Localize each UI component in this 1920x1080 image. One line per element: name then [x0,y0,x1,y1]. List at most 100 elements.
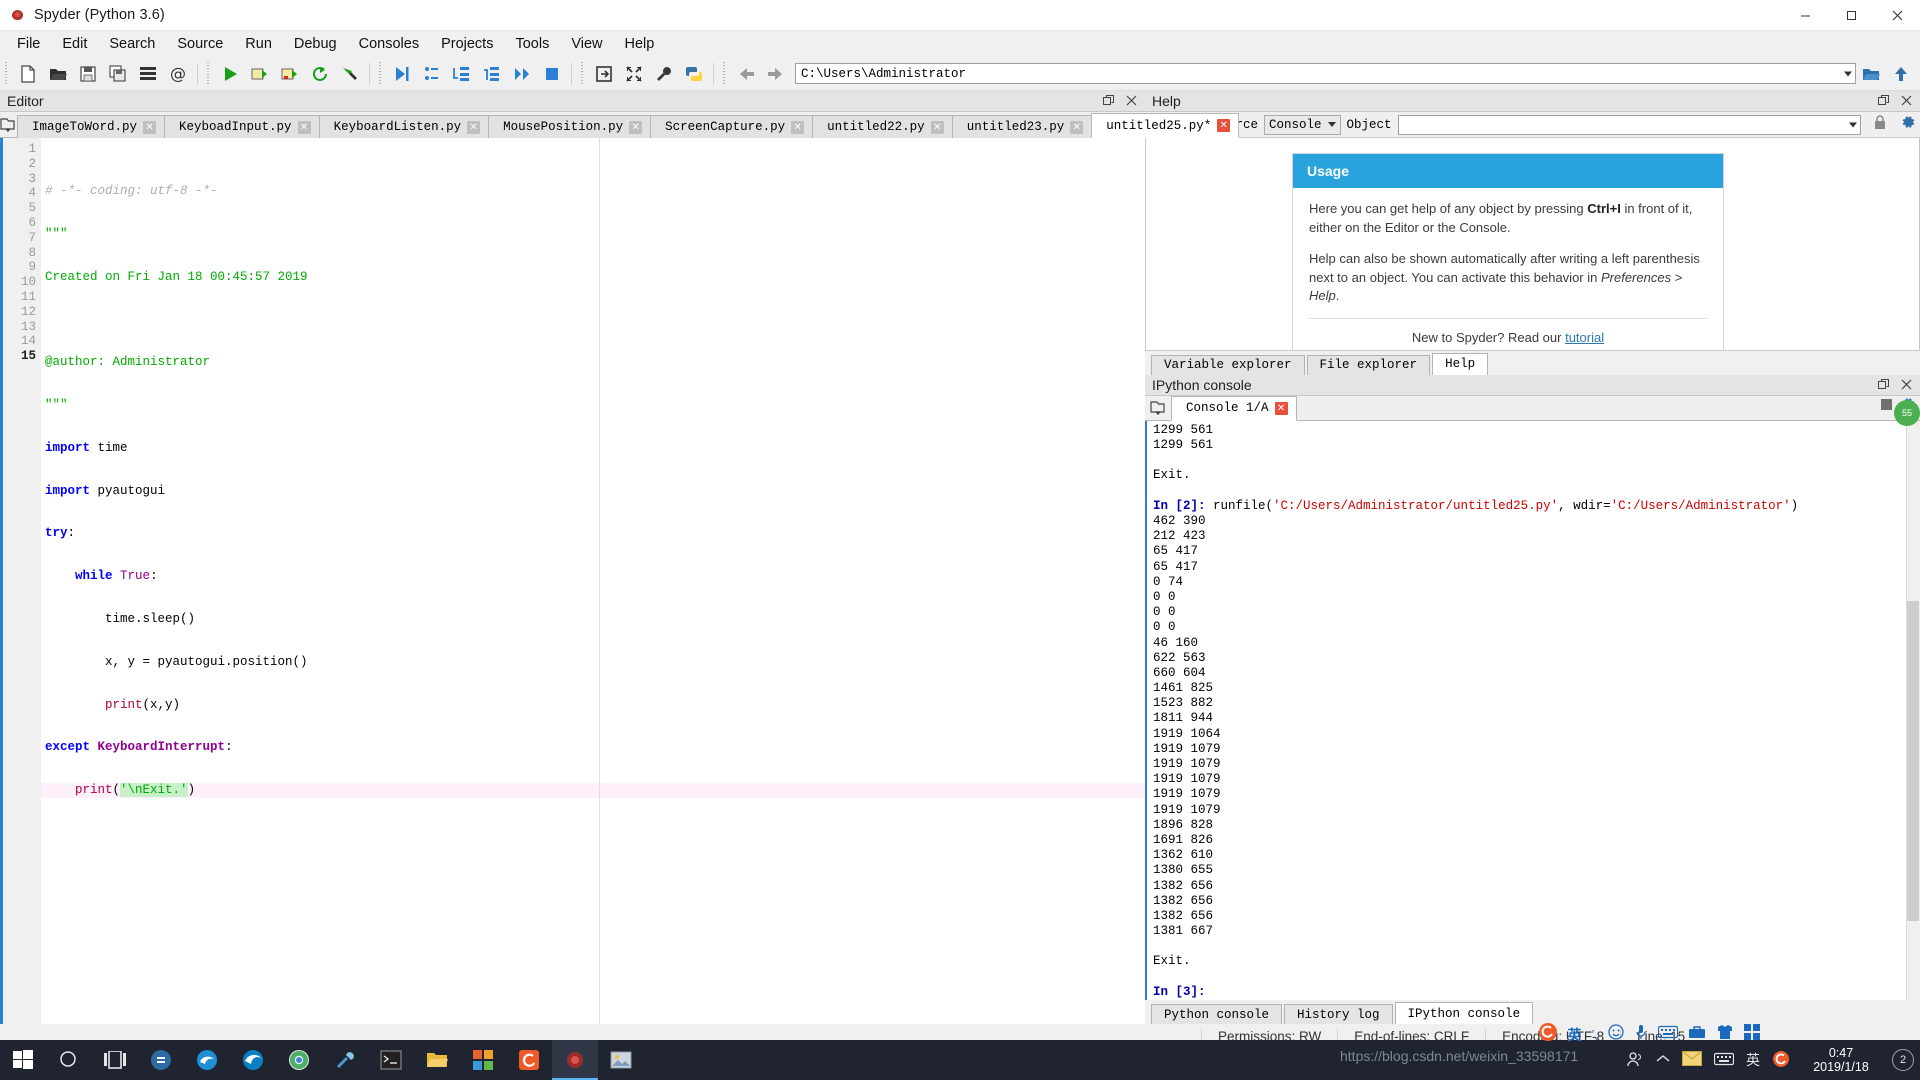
tray-ime-label[interactable]: 英 [1746,1050,1760,1070]
undock-icon[interactable] [1878,93,1889,109]
toolbar-grip-5[interactable] [721,61,728,86]
maximize-pane-icon[interactable] [590,60,618,88]
arrow-up-icon[interactable] [1887,60,1915,88]
continue-icon[interactable] [508,60,536,88]
menu-debug[interactable]: Debug [283,33,348,55]
run-cell-advance-icon[interactable] [276,60,304,88]
chevron-down-icon[interactable] [1844,71,1852,76]
undock-icon[interactable] [1103,93,1114,109]
file-list-icon[interactable] [134,60,162,88]
console-tab-1a[interactable]: Console 1/A ✕ [1171,395,1297,421]
menu-help[interactable]: Help [614,33,666,55]
toolbar-grip[interactable] [3,61,10,86]
editor-tab-untitled25[interactable]: untitled25.py* ✕ [1091,113,1240,138]
save-file-icon[interactable] [74,60,102,88]
browse-tabs-icon[interactable] [1145,396,1171,420]
sogou-icon[interactable] [1538,1022,1558,1047]
shirt-icon[interactable] [1716,1024,1734,1045]
toolbar-grip-4[interactable] [579,61,586,86]
close-icon[interactable]: ✕ [791,120,805,134]
lock-icon[interactable] [1869,114,1891,135]
ime-floating-toolbar[interactable]: 英 ’, [1538,1022,1760,1047]
close-icon[interactable]: ✕ [467,120,481,134]
editor-tab-keyboadinput[interactable]: KeyboadInput.py ✕ [164,115,320,138]
menu-file[interactable]: File [6,33,51,55]
search-button[interactable] [46,1040,92,1080]
taskbar-app-terminal[interactable] [368,1040,414,1080]
chevron-up-icon[interactable] [1656,1053,1670,1068]
save-all-icon[interactable] [104,60,132,88]
editor-tab-untitled22[interactable]: untitled22.py ✕ [812,115,953,138]
menu-edit[interactable]: Edit [51,33,98,55]
taskbar-app-explorer[interactable] [414,1040,460,1080]
tab-help[interactable]: Help [1432,352,1489,375]
taskbar-app-sogou[interactable] [506,1040,552,1080]
close-icon[interactable] [1901,93,1912,109]
chevron-down-icon[interactable] [1849,122,1857,127]
run-settings-icon[interactable] [336,60,364,88]
arrow-right-icon[interactable] [762,60,790,88]
close-icon[interactable]: ✕ [1070,120,1084,134]
menu-source[interactable]: Source [166,33,234,55]
at-sign-icon[interactable]: @ [164,60,192,88]
console-output[interactable]: 1299 561 1299 561 Exit. In [2]: runfile(… [1145,420,1920,1000]
arrow-left-icon[interactable] [732,60,760,88]
menu-view[interactable]: View [560,33,613,55]
editor-tab-keyboardlisten[interactable]: KeyboardListen.py ✕ [318,115,490,138]
tab-history-log[interactable]: History log [1284,1004,1393,1024]
grid-menu-icon[interactable] [1744,1024,1760,1045]
sogou-icon[interactable] [1772,1050,1790,1071]
taskbar-app-store[interactable] [460,1040,506,1080]
help-object-input[interactable] [1397,114,1861,135]
taskbar-app-tool[interactable] [322,1040,368,1080]
step-return-icon[interactable] [478,60,506,88]
toolbar-grip-3[interactable] [377,61,384,86]
browse-tabs-icon[interactable] [0,113,17,137]
menu-search[interactable]: Search [98,33,166,55]
taskbar-app-git[interactable] [138,1040,184,1080]
undock-icon[interactable] [1878,377,1889,393]
help-source-select[interactable]: Console [1264,114,1341,135]
tutorial-link[interactable]: tutorial [1565,330,1604,345]
taskbar-app-edge-legacy[interactable] [184,1040,230,1080]
gear-icon[interactable] [1897,115,1920,135]
menu-run[interactable]: Run [234,33,283,55]
tab-variable-explorer[interactable]: Variable explorer [1151,354,1305,375]
close-icon[interactable] [1126,93,1137,109]
close-icon[interactable] [1901,377,1912,393]
folder-open-icon[interactable] [1857,60,1885,88]
close-icon[interactable]: ✕ [930,120,944,134]
task-view-button[interactable] [92,1040,138,1080]
step-into-icon[interactable] [448,60,476,88]
close-icon[interactable] [1874,0,1920,31]
re-run-icon[interactable] [306,60,334,88]
taskbar-app-spyder[interactable] [552,1040,598,1080]
status-badge[interactable]: 55 [1894,400,1920,426]
taskbar-app-chrome[interactable] [276,1040,322,1080]
step-over-icon[interactable] [418,60,446,88]
run-file-icon[interactable] [216,60,244,88]
ime-lang-label[interactable]: 英 [1568,1025,1582,1045]
editor-tab-imagetoword[interactable]: ImageToWord.py ✕ [17,115,166,138]
stop-icon[interactable] [1880,398,1893,416]
console-scroll-thumb[interactable] [1907,600,1919,921]
start-button[interactable] [0,1040,46,1080]
open-file-icon[interactable] [44,60,72,88]
smiley-icon[interactable] [1608,1024,1624,1045]
taskbar-app-edge[interactable] [230,1040,276,1080]
people-icon[interactable] [1626,1050,1644,1071]
code-text[interactable]: # -*- coding: utf-8 -*- """ Created on F… [41,138,1145,1024]
keyboard-icon[interactable] [1657,1025,1679,1044]
menu-consoles[interactable]: Consoles [348,33,430,55]
debug-file-icon[interactable] [388,60,416,88]
console-scrollbar[interactable] [1906,420,1920,1000]
close-icon[interactable]: ✕ [1274,401,1288,415]
stop-debug-icon[interactable] [538,60,566,88]
menu-tools[interactable]: Tools [504,33,560,55]
python-path-icon[interactable] [680,60,708,88]
taskbar-clock[interactable]: 0:47 2019/1/18 [1802,1046,1880,1075]
notification-badge[interactable]: 2 [1892,1049,1914,1071]
editor-tab-screencapture[interactable]: ScreenCapture.py ✕ [650,115,814,138]
new-file-icon[interactable] [14,60,42,88]
close-icon[interactable]: ✕ [143,120,157,134]
